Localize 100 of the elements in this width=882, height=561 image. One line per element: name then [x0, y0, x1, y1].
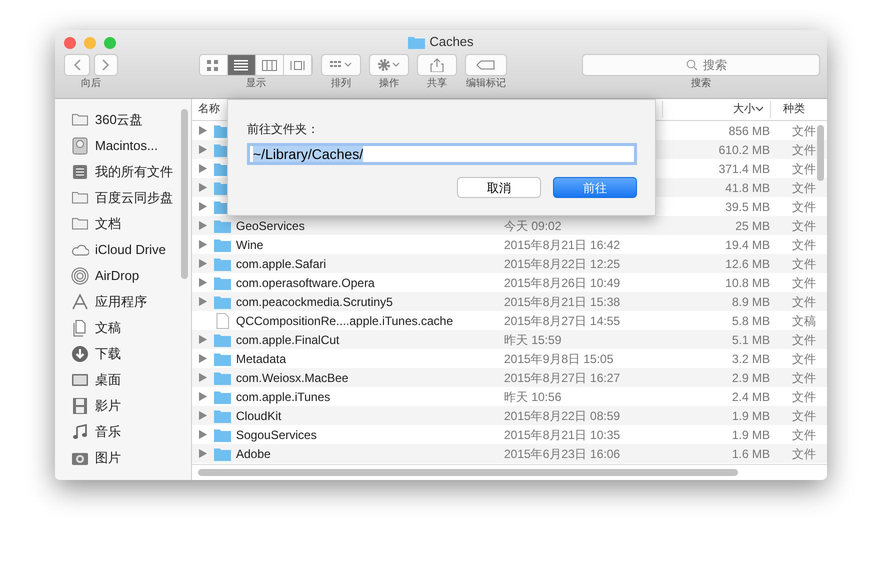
search-field[interactable]: 搜索 — [582, 54, 820, 76]
date-modified: 2015年8月26日 10:49 — [504, 276, 620, 290]
file-size: 41.8 MB — [725, 180, 770, 194]
file-size: 8.9 MB — [732, 294, 770, 308]
scrollbar[interactable] — [817, 125, 824, 181]
hard-drive-icon — [71, 137, 89, 155]
sidebar-item[interactable]: 桌面 — [95, 370, 121, 390]
folder-icon — [214, 352, 231, 366]
folder-icon — [214, 294, 231, 308]
sidebar-item[interactable]: 文档 — [95, 214, 121, 234]
file-size: 19.4 MB — [725, 238, 770, 252]
file-size: 5.8 MB — [732, 314, 770, 328]
arrange-button[interactable] — [321, 54, 361, 76]
share-button[interactable] — [417, 54, 457, 76]
file-name[interactable]: com.operasoftware.Opera — [236, 274, 375, 292]
file-size: 12.6 MB — [725, 256, 770, 270]
gear-icon — [377, 58, 401, 72]
file-name[interactable]: com.apple.Safari — [236, 254, 326, 272]
share-icon — [430, 58, 444, 72]
file-size: 2.9 MB — [732, 370, 770, 384]
dialog-prompt: 前往文件夹： — [247, 121, 320, 138]
zoom-button[interactable] — [104, 37, 116, 49]
forward-button[interactable] — [94, 54, 118, 76]
disclosure-triangle-icon — [199, 221, 207, 230]
disclosure-triangle-icon — [199, 335, 207, 344]
file-name[interactable]: com.apple.FinalCut — [236, 330, 340, 348]
disclosure-triangle-icon — [199, 240, 207, 249]
file-name[interactable]: CloudKit — [236, 406, 282, 424]
file-kind: 文件 — [792, 162, 816, 176]
file-name[interactable]: com.apple.iTunes — [236, 388, 330, 406]
close-button[interactable] — [64, 37, 76, 49]
file-name[interactable]: Wine — [236, 236, 264, 254]
date-modified: 2015年8月27日 16:27 — [504, 370, 620, 384]
sidebar-item[interactable]: 图片 — [95, 448, 121, 468]
back-button[interactable] — [64, 54, 90, 76]
file-name[interactable]: Adobe — [236, 444, 271, 462]
sidebar-item[interactable]: Macintos... — [95, 136, 158, 156]
date-modified: 昨天 10:56 — [504, 390, 562, 404]
sidebar-item[interactable]: 360云盘 — [95, 110, 143, 130]
file-size: 10.8 MB — [725, 276, 770, 290]
file-kind: 文件 — [792, 142, 816, 156]
file-name[interactable]: SogouServices — [236, 426, 317, 444]
date-modified: 2015年6月23日 16:06 — [504, 446, 620, 460]
view-mode-tab[interactable] — [284, 55, 312, 75]
file-size: 2.4 MB — [732, 390, 770, 404]
file-name[interactable]: Metadata — [236, 350, 286, 368]
icon-view-icon — [206, 58, 221, 72]
toolbar-label: 显示 — [246, 78, 266, 90]
folder-icon — [214, 370, 231, 384]
apps-icon — [71, 293, 89, 311]
column-header[interactable]: 种类 — [770, 101, 811, 118]
file-size: 3.2 MB — [732, 352, 770, 366]
scrollbar[interactable] — [181, 109, 188, 279]
toolbar-label: 向后 — [81, 78, 101, 90]
scrollbar[interactable] — [198, 469, 738, 476]
disclosure-triangle-icon — [199, 354, 207, 363]
sidebar-item[interactable]: 应用程序 — [95, 292, 147, 312]
file-kind: 文件 — [792, 332, 816, 346]
file-name[interactable]: com.Weiosx.MacBee — [236, 368, 348, 386]
file-name[interactable]: com.peacockmedia.Scrutiny5 — [236, 292, 393, 310]
folder-icon — [214, 408, 231, 422]
sidebar-item[interactable]: 文稿 — [95, 318, 121, 338]
tags-button[interactable] — [465, 54, 507, 76]
desktop-icon — [71, 371, 89, 389]
file-size: 371.4 MB — [718, 162, 770, 176]
date-modified: 2015年8月22日 12:25 — [504, 256, 620, 270]
folder-icon — [408, 35, 426, 49]
file-drawer-icon — [71, 163, 89, 181]
path-field[interactable]: ~/Library/Caches/ — [247, 143, 637, 165]
sidebar-item[interactable]: 音乐 — [95, 422, 121, 442]
view-mode-tab[interactable] — [200, 55, 228, 75]
action-button[interactable] — [369, 54, 409, 76]
sidebar-item[interactable]: 我的所有文件 — [95, 162, 173, 182]
file-kind: 文件 — [792, 446, 816, 460]
folder-icon — [214, 332, 231, 346]
view-switcher[interactable] — [199, 54, 313, 76]
date-modified: 2015年8月21日 16:42 — [504, 238, 620, 252]
sidebar-item[interactable]: 下载 — [95, 344, 121, 364]
column-header[interactable]: 大小 — [662, 101, 770, 118]
date-modified: 2015年8月27日 14:55 — [504, 314, 620, 328]
view-mode-tab[interactable] — [228, 55, 256, 75]
column-view-icon — [262, 58, 277, 72]
file-kind: 文件 — [792, 352, 816, 366]
download-icon — [71, 345, 89, 363]
date-modified: 2015年8月21日 10:35 — [504, 428, 620, 442]
file-name[interactable]: GeoServices — [236, 216, 305, 234]
cancel-button[interactable]: 取消 — [457, 177, 541, 198]
file-size: 1.9 MB — [732, 428, 770, 442]
sidebar-item[interactable]: 影片 — [95, 396, 121, 416]
disclosure-triangle-icon — [199, 126, 207, 135]
toolbar-label: 排列 — [331, 78, 351, 90]
sidebar-item[interactable]: 百度云同步盘 — [95, 188, 173, 208]
sidebar-item[interactable]: AirDrop — [95, 266, 140, 286]
window-title: Caches — [429, 33, 474, 52]
file-kind: 文件 — [792, 256, 816, 270]
sidebar-item[interactable]: iCloud Drive — [95, 240, 166, 260]
view-mode-tab[interactable] — [256, 55, 284, 75]
file-name[interactable]: QCCompositionRe....apple.iTunes.cache — [236, 312, 453, 330]
folder-icon — [214, 218, 231, 232]
date-modified: 2015年9月8日 15:05 — [504, 352, 614, 366]
